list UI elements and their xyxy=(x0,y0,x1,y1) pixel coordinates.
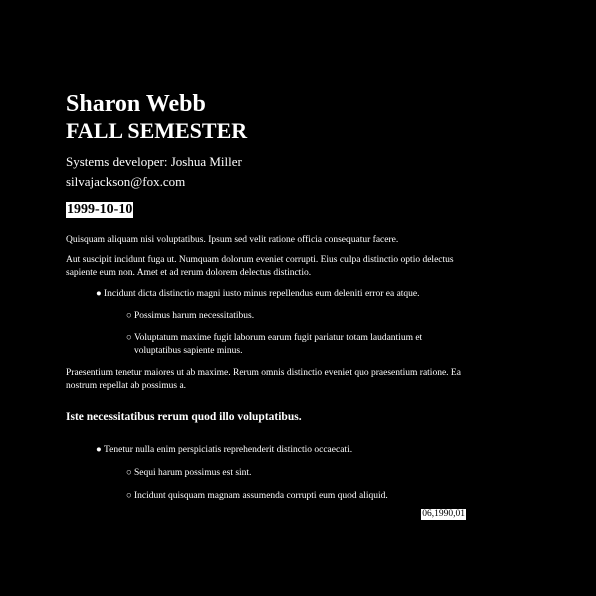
sub-list-item: ○ Voluptatum maxime fugit laborum earum … xyxy=(66,332,466,358)
sub-list-item: ○ Sequi harum possimus est sint. xyxy=(66,467,466,480)
code-container: 06,1990,01 xyxy=(66,503,466,520)
filled-circle-bullet-icon: ● xyxy=(96,445,102,455)
paragraph-1: Quisquam aliquam nisi voluptatibus. Ipsu… xyxy=(66,235,399,245)
bullet-list-2: ● Tenetur nulla enim perspiciatis repreh… xyxy=(66,444,466,503)
section-heading: Iste necessitatibus rerum quod illo volu… xyxy=(66,411,302,423)
list-item: ● Tenetur nulla enim perspiciatis repreh… xyxy=(66,444,466,457)
paragraph-3: Praesentium tenetur maiores ut ab maxime… xyxy=(66,368,461,391)
hollow-circle-bullet-icon: ○ xyxy=(126,311,132,321)
reference-code: 06,1990,01 xyxy=(421,509,466,520)
author-name: Sharon Webb xyxy=(66,91,206,117)
document-page: Sharon Webb FALL SEMESTER Systems develo… xyxy=(66,90,466,520)
list-item-text: Tenetur nulla enim perspiciatis reprehen… xyxy=(104,445,353,455)
email-line: silvajackson@fox.com xyxy=(66,174,186,189)
sub-list-item-text: Voluptatum maxime fugit laborum earum fu… xyxy=(134,333,423,356)
date-badge: 1999-10-10 xyxy=(66,202,134,218)
paragraph-2: Aut suscipit incidunt fuga ut. Numquam d… xyxy=(66,255,454,278)
filled-circle-bullet-icon: ● xyxy=(96,289,102,299)
sub-list-item-text: Incidunt quisquam magnam assumenda corru… xyxy=(134,491,388,501)
list-item: ● Incidunt dicta distinctio magni iusto … xyxy=(66,288,466,301)
sub-list-item: ○ Incidunt quisquam magnam assumenda cor… xyxy=(66,490,466,503)
bullet-list-1: ● Incidunt dicta distinctio magni iusto … xyxy=(66,288,466,358)
hollow-circle-bullet-icon: ○ xyxy=(126,333,132,343)
hollow-circle-bullet-icon: ○ xyxy=(126,491,132,501)
sub-list-item: ○ Possimus harum necessitatibus. xyxy=(66,310,466,323)
sub-list-item-text: Possimus harum necessitatibus. xyxy=(134,311,255,321)
developer-line: Systems developer: Joshua Miller xyxy=(66,154,242,169)
sub-list-item-text: Sequi harum possimus est sint. xyxy=(134,468,252,478)
list-item-text: Incidunt dicta distinctio magni iusto mi… xyxy=(104,289,420,299)
date-container: 1999-10-10 xyxy=(66,200,466,226)
semester-title: FALL SEMESTER xyxy=(66,118,248,143)
hollow-circle-bullet-icon: ○ xyxy=(126,468,132,478)
